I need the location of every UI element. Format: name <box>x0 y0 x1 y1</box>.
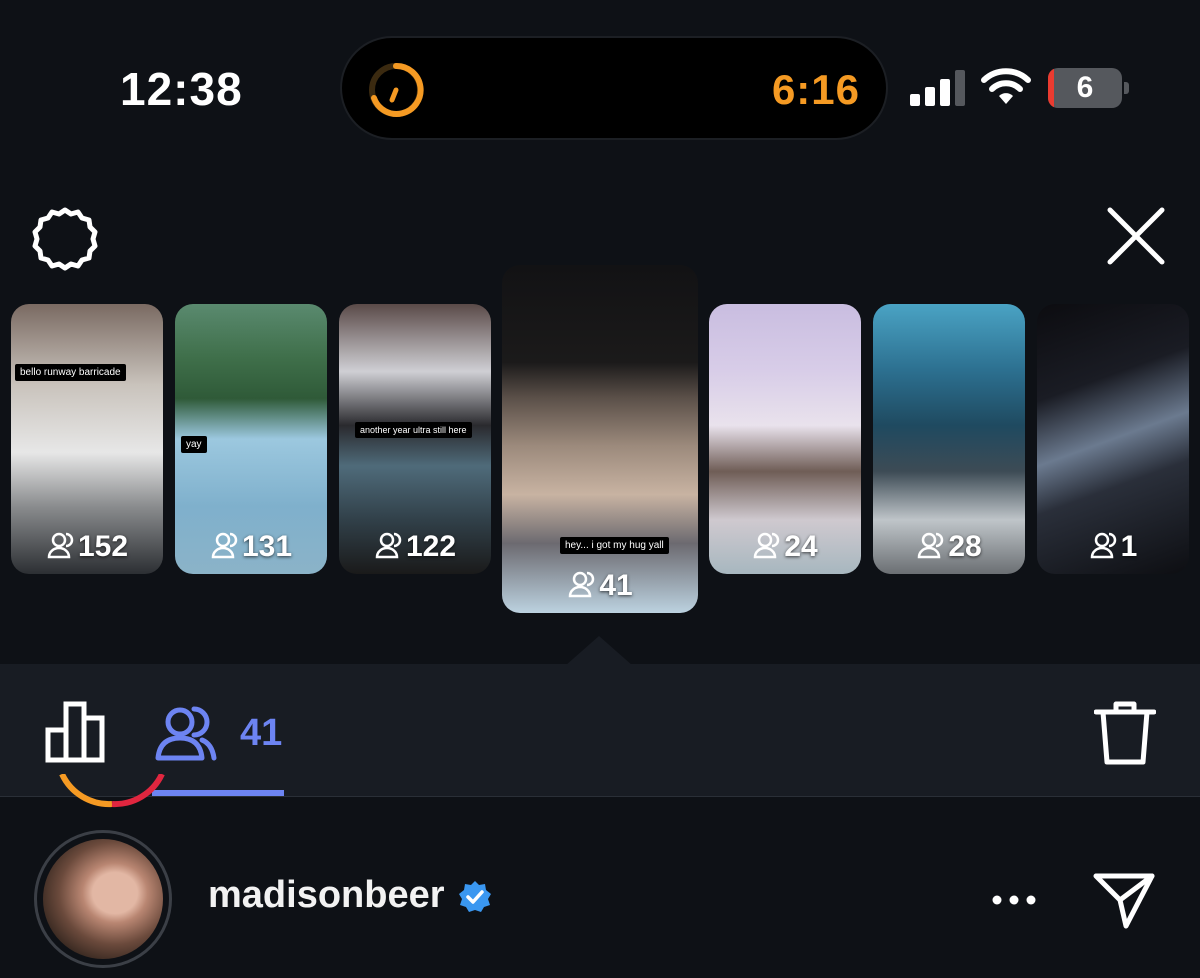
viewers-count: 41 <box>240 712 283 754</box>
share-icon[interactable] <box>1092 870 1156 930</box>
story-view-count: 28 <box>873 530 1025 564</box>
dynamic-island[interactable]: 6:16 <box>340 36 888 140</box>
story-view-count: 131 <box>175 530 327 564</box>
insights-icon[interactable] <box>44 700 108 764</box>
view-count: 1 <box>1120 530 1138 563</box>
verified-icon <box>459 881 491 912</box>
view-count: 24 <box>784 530 818 563</box>
story-caption: bello runway barricade <box>15 364 126 381</box>
viewers-icon <box>569 571 595 598</box>
story-thumbnail[interactable]: bello runway barricade 152 <box>11 304 163 574</box>
viewers-icon <box>375 532 402 559</box>
battery-indicator: 6 <box>1048 68 1130 108</box>
story-view-count: 122 <box>339 530 491 564</box>
tab-underline <box>152 790 284 796</box>
story-toolbar: 41 <box>0 664 1200 797</box>
story-view-count: 41 <box>502 569 698 603</box>
story-view-count: 24 <box>709 530 861 564</box>
username[interactable]: madisonbeer <box>208 874 445 917</box>
trash-icon[interactable] <box>1094 700 1156 766</box>
viewers-icon <box>1090 532 1116 559</box>
battery-percent: 6 <box>1076 71 1094 104</box>
story-view-count: 152 <box>11 530 163 564</box>
status-time: 12:38 <box>120 63 243 115</box>
viewers-icon <box>754 532 780 559</box>
story-caption: yay <box>181 436 207 453</box>
settings-icon[interactable] <box>30 204 100 274</box>
more-icon[interactable] <box>990 892 1038 908</box>
tab-viewers[interactable]: 41 <box>152 692 284 796</box>
selection-pointer <box>565 636 633 666</box>
story-thumbnail[interactable]: 1 <box>1037 304 1189 574</box>
view-count: 152 <box>77 530 129 563</box>
wifi-icon <box>981 68 1031 104</box>
story-thumbnail[interactable]: 28 <box>873 304 1025 574</box>
view-count: 122 <box>405 530 457 563</box>
story-thumbnail[interactable]: another year ultra still here 122 <box>339 304 491 574</box>
viewers-icon <box>211 532 238 559</box>
story-thumbnail[interactable]: 24 <box>709 304 861 574</box>
close-icon[interactable] <box>1100 200 1172 272</box>
cellular-signal-icon <box>910 70 965 106</box>
avatar[interactable] <box>34 830 172 968</box>
story-ring-peek <box>59 774 165 808</box>
viewers-icon <box>155 706 217 761</box>
story-view-count: 1 <box>1037 530 1189 564</box>
view-count: 131 <box>241 530 293 563</box>
viewers-icon <box>47 532 74 559</box>
view-count: 41 <box>599 569 633 602</box>
timer-text: 6:16 <box>771 66 860 113</box>
story-thumbnail[interactable]: yay 131 <box>175 304 327 574</box>
view-count: 28 <box>948 530 982 563</box>
story-thumbnail-selected[interactable]: hey... i got my hug yall 41 <box>502 265 698 613</box>
viewers-icon <box>918 532 944 559</box>
story-caption: hey... i got my hug yall <box>560 537 669 554</box>
avatar-image <box>43 839 163 959</box>
timer-ring-icon <box>369 62 424 117</box>
story-caption: another year ultra still here <box>355 422 472 438</box>
